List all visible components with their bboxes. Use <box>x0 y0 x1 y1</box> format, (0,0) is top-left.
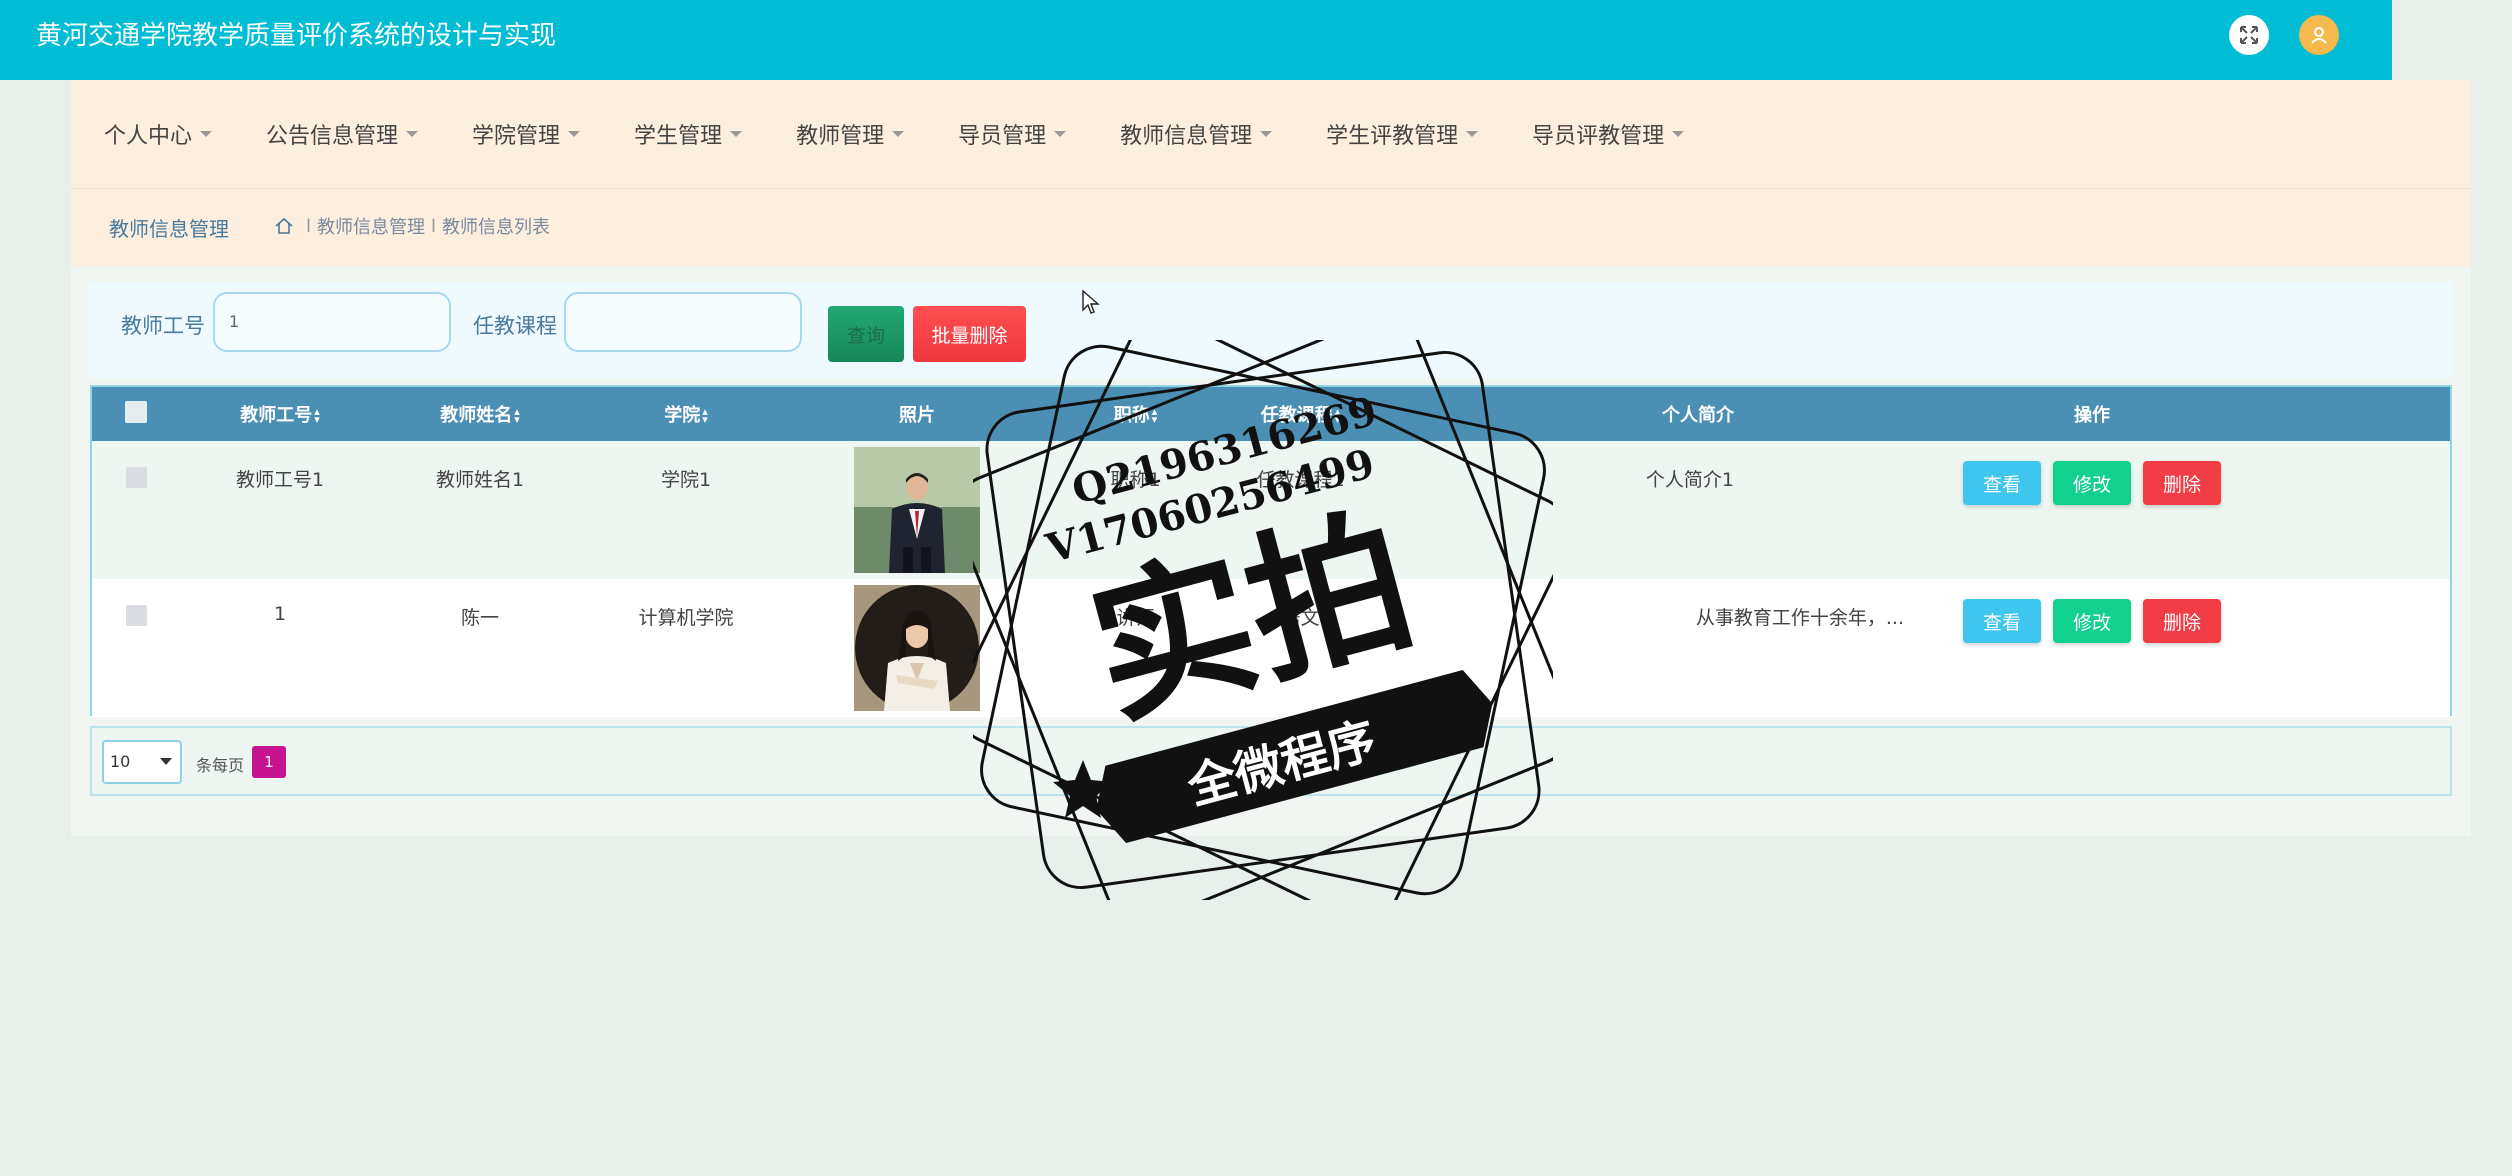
nav-item-notice-management[interactable]: 公告信息管理 <box>266 118 419 150</box>
query-button[interactable]: 查询 <box>828 306 904 362</box>
cell-intro: 个人简介1 <box>1645 469 1734 491</box>
view-button[interactable]: 查看 <box>1963 599 2041 643</box>
page-size-select[interactable]: 10 <box>102 740 182 784</box>
cell-course: 任教课程1 <box>1256 469 1345 491</box>
cell-teacher-id: 教师工号1 <box>235 469 325 491</box>
caret-down-icon <box>568 131 581 137</box>
search-form: 教师工号 1 任教课程 查询 批量删除 <box>89 282 2453 378</box>
select-all-checkbox[interactable] <box>125 400 147 423</box>
table-row: 教师工号1 教师姓名1 学院1 职称1 任教课程1 个人简介1 查看 修改 删除 <box>92 441 2450 579</box>
sort-icon: ▴ ▾ <box>314 405 320 426</box>
nav-item-counselor-management[interactable]: 导员管理 <box>958 118 1067 150</box>
breadcrumb: l 教师信息管理 l 教师信息列表 <box>274 213 550 239</box>
nav-item-label: 学院管理 <box>472 124 561 149</box>
view-button[interactable]: 查看 <box>1963 461 2041 505</box>
teacher-id-label: 教师工号 <box>121 314 205 338</box>
delete-button[interactable]: 删除 <box>2143 599 2221 643</box>
caret-down-icon <box>1054 131 1067 137</box>
column-header-intro: 个人简介 <box>1662 405 1734 426</box>
caret-down-icon <box>1260 131 1273 137</box>
nav-item-label: 教师信息管理 <box>1120 124 1253 149</box>
woman-photo <box>854 585 980 711</box>
column-header-teacher-id[interactable]: 教师工号 ▴ ▾ <box>180 387 380 441</box>
nav-item-label: 导员评教管理 <box>1532 124 1665 149</box>
delete-button[interactable]: 删除 <box>2143 461 2221 505</box>
pagination: 10 条每页 1 <box>90 726 2452 796</box>
nav-item-counselor-evaluation-management[interactable]: 导员评教管理 <box>1532 118 1685 150</box>
edit-button[interactable]: 修改 <box>2053 599 2131 643</box>
user-icon <box>2311 27 2327 44</box>
column-header-teacher-name[interactable]: 教师姓名 ▴ ▾ <box>380 387 580 441</box>
sort-icon: ▴ ▾ <box>1151 405 1158 426</box>
nav-item-student-evaluation-management[interactable]: 学生评教管理 <box>1326 118 1479 150</box>
cell-course: 语文 <box>1281 607 1320 629</box>
teacher-id-input[interactable]: 1 <box>213 292 451 352</box>
fullscreen-button[interactable] <box>2229 15 2269 55</box>
column-header-college[interactable]: 学院 ▴ ▾ <box>580 387 792 441</box>
nav-item-college-management[interactable]: 学院管理 <box>472 118 581 150</box>
edit-button[interactable]: 修改 <box>2053 461 2131 505</box>
row-checkbox[interactable] <box>125 605 147 626</box>
mouse-cursor-icon <box>1082 290 1100 314</box>
breadcrumb-separator: l <box>306 215 312 237</box>
nav-item-label: 学生管理 <box>634 124 723 149</box>
nav-item-teacher-info-management[interactable]: 教师信息管理 <box>1120 118 1273 150</box>
page-number-button[interactable]: 1 <box>252 746 286 778</box>
table-row: 1 陈一 计算机学院 讲师 语文 从事教育工作十余年，... 查看 修改 删除 <box>92 579 2450 717</box>
cell-teacher-id: 1 <box>273 603 287 625</box>
expand-icon <box>2240 26 2258 44</box>
chevron-down-icon <box>160 758 172 765</box>
nav-item-student-management[interactable]: 学生管理 <box>634 118 743 150</box>
sort-icon: ▴ ▾ <box>514 405 520 426</box>
nav-item-label: 公告信息管理 <box>266 124 399 149</box>
per-page-label: 条每页 <box>196 756 245 775</box>
breadcrumb-level1[interactable]: 教师信息管理 <box>317 213 425 239</box>
man-photo <box>854 447 980 573</box>
caret-down-icon <box>892 131 905 137</box>
nav-item-personal-center[interactable]: 个人中心 <box>104 118 213 150</box>
nav-item-teacher-management[interactable]: 教师管理 <box>796 118 905 150</box>
course-input[interactable] <box>564 292 802 352</box>
column-header-course[interactable]: 任教课程 ▴ ▾ <box>1229 387 1372 441</box>
page-size-value: 10 <box>110 752 131 771</box>
cell-teacher-name: 教师姓名1 <box>435 469 525 491</box>
sort-icon: ▴ ▾ <box>1334 405 1341 426</box>
column-header-title[interactable]: 职称 ▴ ▾ <box>1042 387 1229 441</box>
caret-down-icon <box>406 131 419 137</box>
home-icon[interactable] <box>274 216 294 236</box>
app-title: 黄河交通学院教学质量评价系统的设计与实现 <box>36 21 557 51</box>
main-container: 个人中心 公告信息管理 学院管理 学生管理 教师管理 导员管理 教师信息管理 学… <box>71 80 2471 836</box>
nav-item-label: 学生评教管理 <box>1326 124 1459 149</box>
teacher-photo[interactable] <box>854 585 980 711</box>
teacher-photo[interactable] <box>854 447 980 573</box>
batch-delete-button[interactable]: 批量删除 <box>913 306 1026 362</box>
user-avatar-button[interactable] <box>2299 15 2339 55</box>
nav-item-label: 教师管理 <box>796 124 885 149</box>
cell-intro: 从事教育工作十余年，... <box>1695 607 1904 629</box>
caret-down-icon <box>1466 131 1479 137</box>
breadcrumb-separator: l <box>431 215 437 237</box>
sort-icon: ▴ ▾ <box>702 405 708 426</box>
top-header: 黄河交通学院教学质量评价系统的设计与实现 <box>0 0 2392 80</box>
nav-item-label: 导员管理 <box>958 124 1047 149</box>
cell-title: 职称1 <box>1110 469 1161 491</box>
cell-college: 学院1 <box>660 469 712 491</box>
breadcrumb-level2: 教师信息列表 <box>442 217 551 238</box>
teacher-info-table: 教师工号 ▴ ▾ 教师姓名 ▴ ▾ 学院 ▴ ▾ 照片 职称 ▴ ▾ 任教课程 ▴ ▾ 个人简介 操… <box>90 385 2452 717</box>
cell-college: 计算机学院 <box>638 607 734 629</box>
column-header-photo: 照片 <box>899 405 935 426</box>
table-header-row: 教师工号 ▴ ▾ 教师姓名 ▴ ▾ 学院 ▴ ▾ 照片 职称 ▴ ▾ 任教课程 ▴ ▾ 个人简介 操… <box>92 387 2450 441</box>
column-header-actions: 操作 <box>2074 405 2110 426</box>
nav-item-label: 个人中心 <box>104 124 193 149</box>
cell-teacher-name: 陈一 <box>460 607 499 629</box>
breadcrumb-bar: 教师信息管理 l 教师信息管理 l 教师信息列表 <box>71 188 2471 266</box>
module-title: 教师信息管理 <box>109 217 229 241</box>
caret-down-icon <box>1672 131 1685 137</box>
caret-down-icon <box>730 131 743 137</box>
row-checkbox[interactable] <box>125 467 147 488</box>
cell-title: 讲师 <box>1116 607 1155 629</box>
course-label: 任教课程 <box>473 314 557 338</box>
caret-down-icon <box>200 131 213 137</box>
top-nav: 个人中心 公告信息管理 学院管理 学生管理 教师管理 导员管理 教师信息管理 学… <box>71 80 2471 188</box>
